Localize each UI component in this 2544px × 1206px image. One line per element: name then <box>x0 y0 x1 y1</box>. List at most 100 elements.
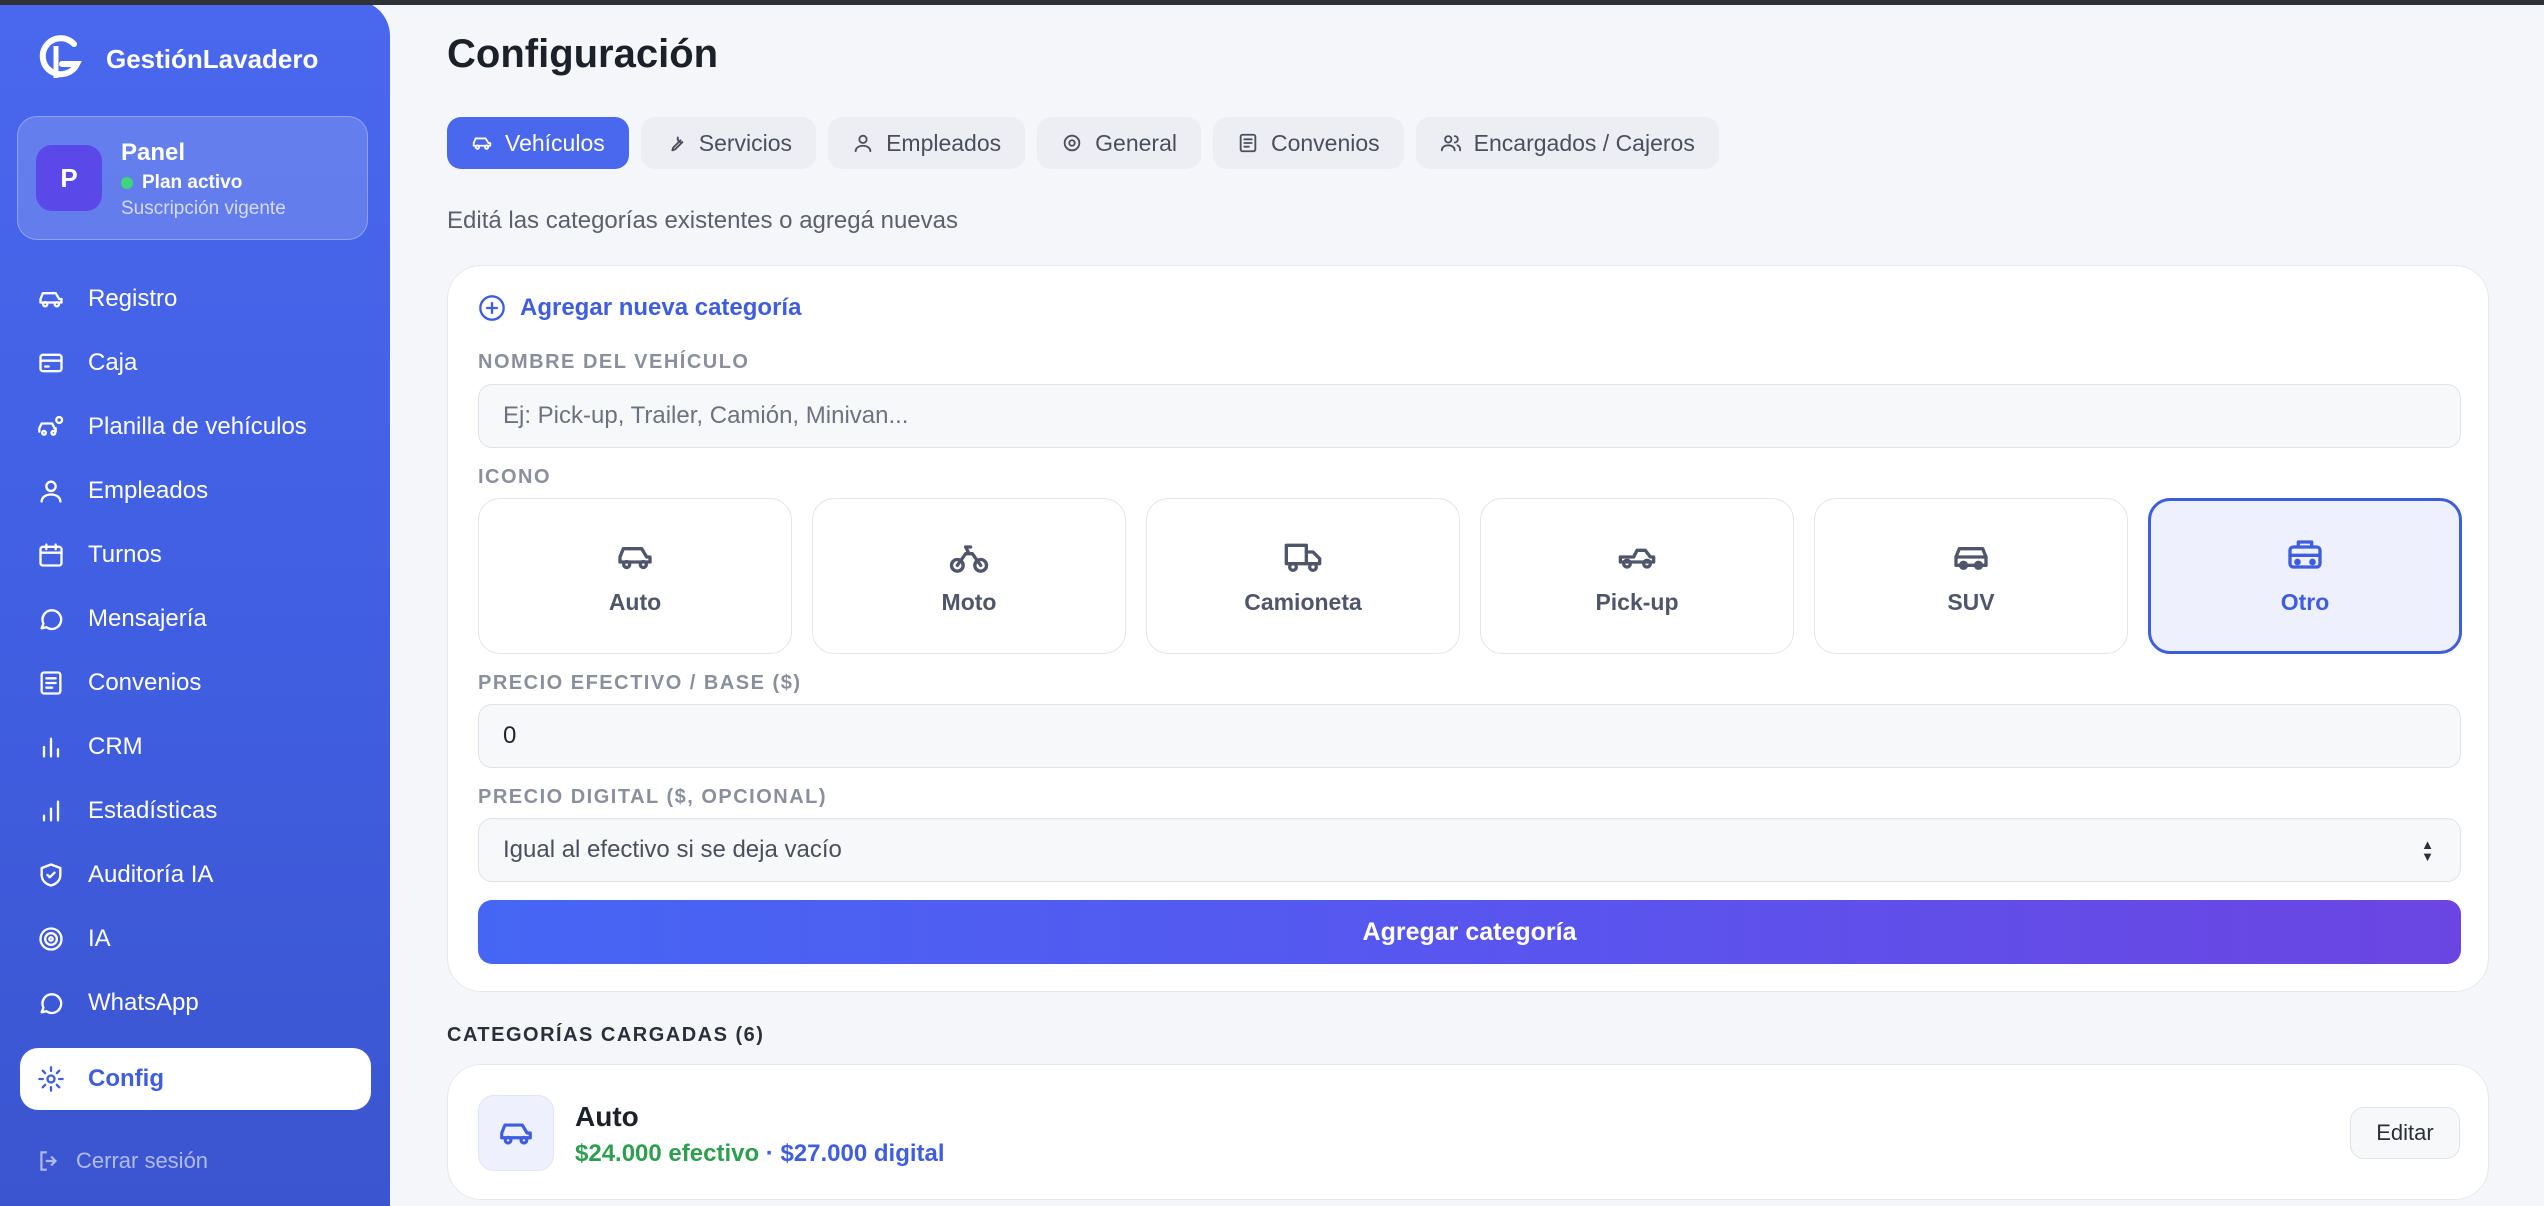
brand[interactable]: GestiónLavadero <box>36 34 318 84</box>
sidebar-item-whatsapp[interactable]: WhatsApp <box>20 972 371 1034</box>
category-prices: $24.000 efectivo · $27.000 digital <box>575 1140 945 1168</box>
sidebar-item-label: IA <box>88 925 111 952</box>
tab-label: Convenios <box>1270 129 1380 156</box>
user-icon <box>854 134 872 153</box>
panel-card[interactable]: P Panel Plan activo Suscripción vigente <box>17 116 368 240</box>
tab-vehiculos[interactable]: Vehículos <box>447 117 629 169</box>
vehicle-name-input[interactable] <box>478 384 2461 448</box>
tab-label: Vehículos <box>505 129 605 156</box>
icon-option-auto[interactable]: Auto <box>478 498 792 654</box>
shield-icon <box>36 860 66 890</box>
sidebar-item-convenios[interactable]: Convenios <box>20 652 371 714</box>
status-dot-icon <box>121 177 133 189</box>
sidebar-item-label: Estadísticas <box>88 797 218 824</box>
target-icon <box>36 924 66 954</box>
icon-option-label: Camioneta <box>1244 588 1362 615</box>
sidebar-item-caja[interactable]: Caja <box>20 332 371 394</box>
tab-general[interactable]: General <box>1037 117 1201 169</box>
icon-option-label: Auto <box>608 588 662 615</box>
select-arrows-icon: ▲ ▼ <box>2421 837 2434 864</box>
icon-option-label: Moto <box>941 588 997 615</box>
digital-price-label: PRECIO DIGITAL ($, OPCIONAL) <box>478 786 828 808</box>
vehicle-name-label: NOMBRE DEL VEHÍCULO <box>478 351 750 373</box>
sidebar-item-config[interactable]: Config <box>20 1048 371 1110</box>
sidebar-item-planilla[interactable]: Planilla de vehículos <box>20 396 371 458</box>
subscription-text: Suscripción vigente <box>121 198 286 219</box>
cash-price-input[interactable] <box>478 704 2461 768</box>
logout-icon <box>40 1151 58 1171</box>
credit-card-icon <box>36 348 66 378</box>
icon-label: ICONO <box>478 466 552 488</box>
icon-option-label: Otro <box>2280 588 2330 615</box>
sidebar-item-label: Caja <box>88 349 138 376</box>
sidebar-item-label: Auditoría IA <box>88 861 214 888</box>
icon-picker: Auto Moto Camioneta Pick-up SUV Otro <box>478 498 2462 654</box>
icon-option-otro[interactable]: Otro <box>2148 498 2462 654</box>
bar-chart-icon <box>36 732 66 762</box>
top-border <box>0 0 2544 5</box>
bus-icon <box>2288 539 2322 569</box>
sidebar-item-mensajeria[interactable]: Mensajería <box>20 588 371 650</box>
sidebar-item-estadisticas[interactable]: Estadísticas <box>20 780 371 842</box>
digital-price-value: $27.000 digital <box>780 1140 945 1167</box>
sidebar-item-empleados[interactable]: Empleados <box>20 460 371 522</box>
sidebar-item-crm[interactable]: CRM <box>20 716 371 778</box>
users-icon <box>1440 135 1461 152</box>
add-category-link[interactable]: Agregar nueva categoría <box>478 294 801 322</box>
sidebar: GestiónLavadero P Panel Plan activo Susc… <box>0 0 390 1206</box>
logout-button[interactable]: Cerrar sesión <box>36 1148 208 1174</box>
add-category-label: Agregar nueva categoría <box>520 294 802 321</box>
pickup-icon <box>1618 548 1656 569</box>
sidebar-item-label: Planilla de vehículos <box>88 413 307 440</box>
price-separator: · <box>759 1140 781 1167</box>
tab-label: Encargados / Cajeros <box>1473 129 1695 156</box>
icon-option-camioneta[interactable]: Camioneta <box>1146 498 1460 654</box>
tab-empleados[interactable]: Empleados <box>828 117 1026 169</box>
category-icon <box>478 1095 554 1171</box>
app-name: GestiónLavadero <box>106 43 319 74</box>
logo-icon <box>39 35 82 78</box>
calendar-icon <box>36 540 66 570</box>
sidebar-item-label: Registro <box>88 285 178 312</box>
icon-option-moto[interactable]: Moto <box>812 498 1126 654</box>
sidebar-item-registro[interactable]: Registro <box>20 268 371 330</box>
car-icon <box>36 284 66 314</box>
icon-option-pickup[interactable]: Pick-up <box>1480 498 1794 654</box>
gear-icon <box>36 1064 66 1094</box>
avatar: P <box>36 145 102 211</box>
tab-label: Empleados <box>886 129 1002 156</box>
car-settings-icon <box>36 412 66 442</box>
chat-icon <box>36 604 66 634</box>
sidebar-item-label: Mensajería <box>88 605 207 632</box>
sidebar-item-label: WhatsApp <box>88 989 199 1016</box>
icon-option-label: SUV <box>1947 588 1995 615</box>
edit-button[interactable]: Editar <box>2350 1107 2460 1159</box>
sidebar-item-label: CRM <box>88 733 143 760</box>
icon-option-suv[interactable]: SUV <box>1814 498 2128 654</box>
sidebar-item-auditoria-ia[interactable]: Auditoría IA <box>20 844 371 906</box>
gear-icon <box>1063 134 1081 152</box>
digital-price-select[interactable]: Igual al efectivo si se deja vacío ▲ ▼ <box>478 818 2461 882</box>
icon-option-label: Pick-up <box>1595 588 1679 615</box>
cash-price-label: PRECIO EFECTIVO / BASE ($) <box>478 672 802 694</box>
stats-icon <box>36 796 66 826</box>
tab-servicios[interactable]: Servicios <box>640 117 817 169</box>
plan-status: Plan activo <box>121 172 242 194</box>
add-category-button[interactable]: Agregar categoría <box>478 900 2461 964</box>
sidebar-item-label: Convenios <box>88 669 202 696</box>
plus-circle-icon <box>479 295 505 321</box>
motorcycle-icon <box>949 544 989 573</box>
tab-label: General <box>1095 129 1177 156</box>
tab-bar: Vehículos Servicios Empleados General Co… <box>447 117 1731 169</box>
sidebar-item-turnos[interactable]: Turnos <box>20 524 371 586</box>
sidebar-item-label: Turnos <box>88 541 162 568</box>
sidebar-item-label: Config <box>88 1065 164 1092</box>
cash-price-value: $24.000 efectivo <box>575 1140 760 1167</box>
category-card: Auto $24.000 efectivo · $27.000 digital … <box>447 1064 2489 1200</box>
tab-label: Servicios <box>698 129 793 156</box>
tab-convenios[interactable]: Convenios <box>1212 117 1404 169</box>
panel-title: Panel <box>121 139 186 166</box>
tab-encargados-cajeros[interactable]: Encargados / Cajeros <box>1415 117 1719 169</box>
sidebar-item-ia[interactable]: IA <box>20 908 371 970</box>
logout-label: Cerrar sesión <box>76 1148 209 1173</box>
